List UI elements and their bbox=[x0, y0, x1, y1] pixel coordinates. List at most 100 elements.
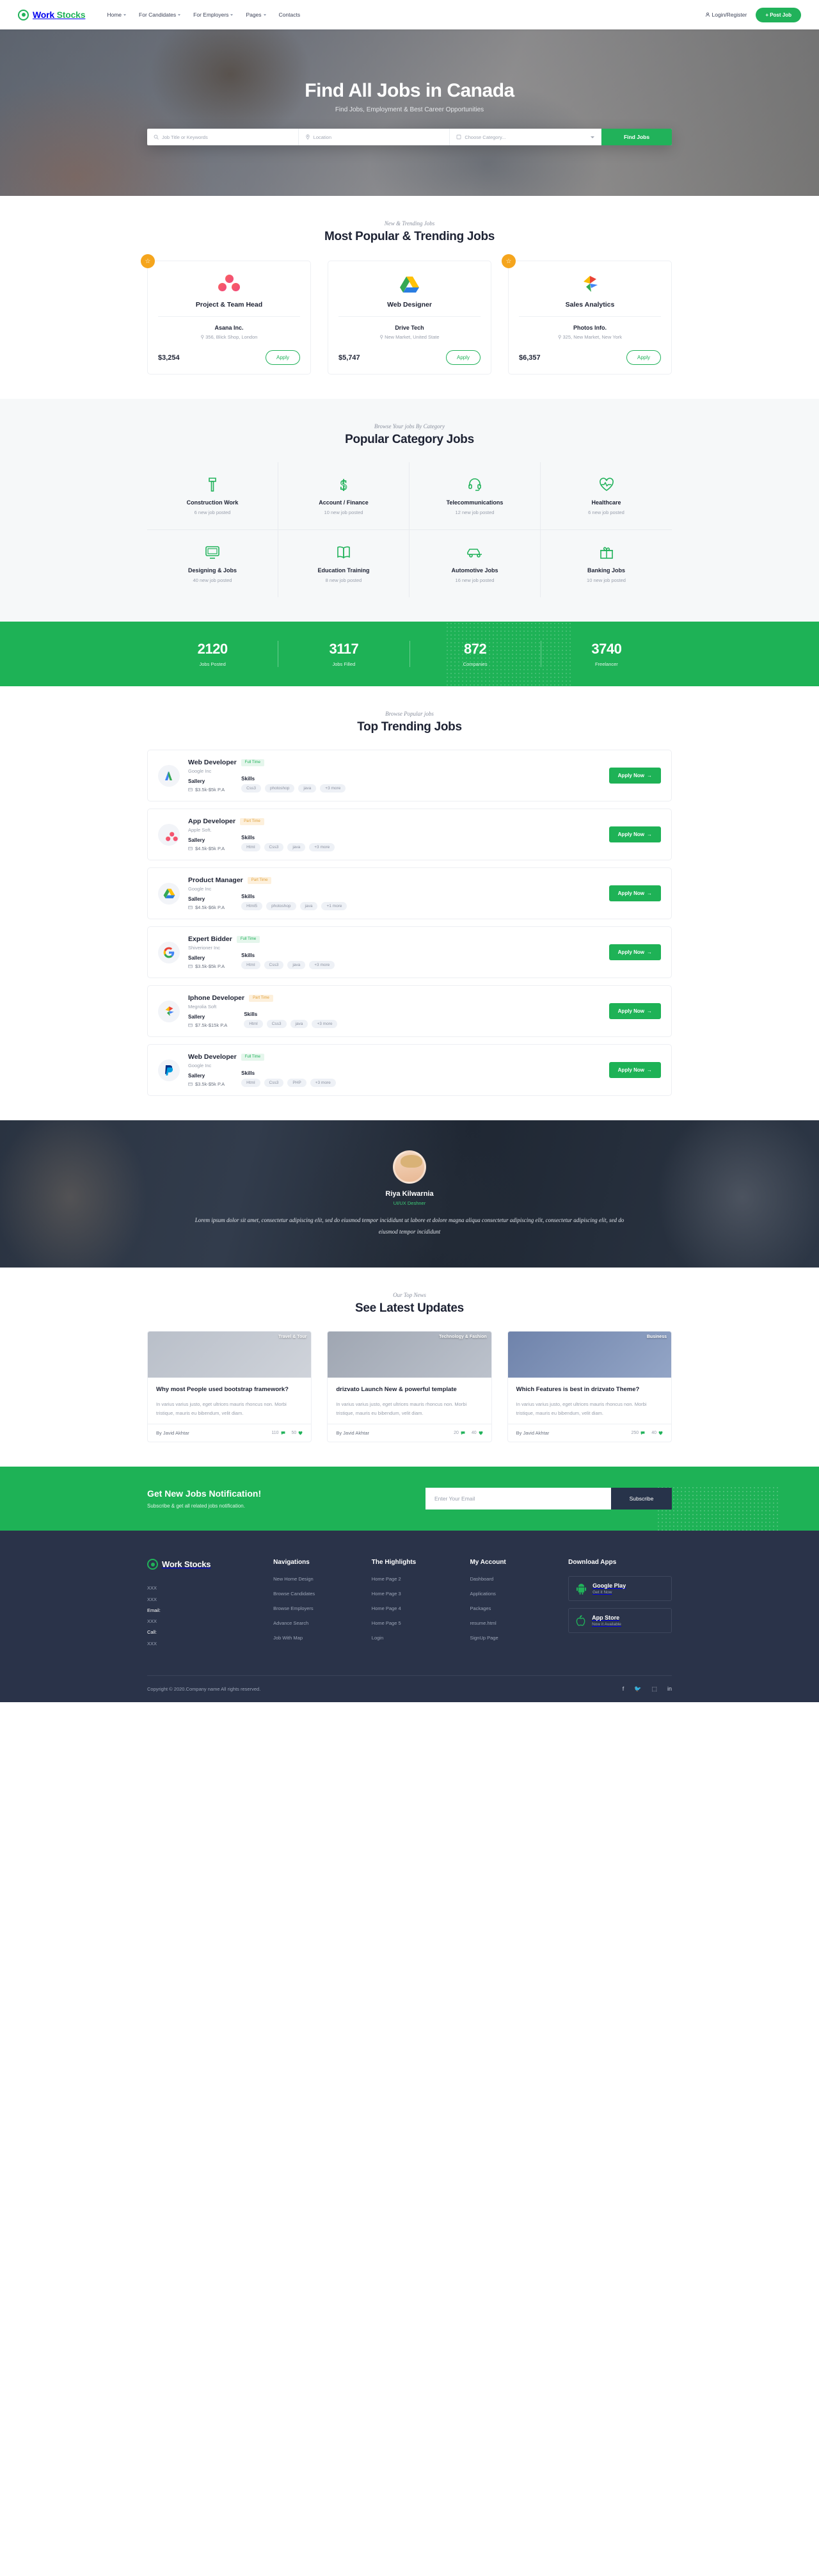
stat-freelancer: 3740 Freelancer bbox=[541, 641, 672, 667]
nav-item-for-candidates[interactable]: For Candidates bbox=[139, 12, 181, 18]
search-icon bbox=[154, 134, 159, 140]
skill-chip: java bbox=[290, 1020, 308, 1028]
subscribe-button[interactable]: Subscribe bbox=[611, 1488, 672, 1510]
footer-link[interactable]: Browse Candidates bbox=[273, 1591, 355, 1597]
footer-link[interactable]: Browse Employers bbox=[273, 1606, 355, 1611]
footer-link[interactable]: resume.html bbox=[470, 1620, 552, 1626]
footer-link[interactable]: Home Page 5 bbox=[372, 1620, 454, 1626]
skills-heading: Skills bbox=[244, 1011, 258, 1017]
footer-link[interactable]: Home Page 3 bbox=[372, 1591, 454, 1597]
trending-job-row[interactable]: Web Developer Full Time Google Inc Salle… bbox=[147, 1044, 672, 1096]
social-links: f 🐦 ⬚ in bbox=[623, 1686, 672, 1693]
footer-link[interactable]: Advance Search bbox=[273, 1620, 355, 1626]
category-item-designing-jobs[interactable]: Designing & Jobs 40 new job posted bbox=[147, 530, 278, 597]
stat-number: 872 bbox=[464, 641, 487, 657]
footer-brand-block: Work Stocks XXX XXX Email: XXX Call: XXX bbox=[147, 1559, 257, 1650]
twitter-icon[interactable]: 🐦 bbox=[634, 1686, 641, 1693]
search-keyword-field[interactable]: Job Title or Keywords bbox=[147, 129, 299, 145]
svg-text:$: $ bbox=[340, 477, 347, 492]
facebook-icon[interactable]: f bbox=[623, 1686, 624, 1693]
linkedin-icon[interactable]: in bbox=[667, 1686, 672, 1693]
footer-link[interactable]: Applications bbox=[470, 1591, 552, 1597]
trending-job-skills-block: Skills Html5 photoshop java +1 more bbox=[241, 894, 347, 910]
skill-chip-more[interactable]: +3 more bbox=[312, 1020, 338, 1028]
popular-job-title: Project & Team Head bbox=[195, 301, 263, 309]
categories-grid: Construction Work 6 new job posted $ Acc… bbox=[147, 462, 672, 597]
stat-label: Jobs Filled bbox=[332, 661, 356, 667]
trending-job-title: Product Manager bbox=[188, 876, 243, 884]
skill-chip-more[interactable]: +1 more bbox=[321, 902, 347, 910]
skill-chip-more[interactable]: +3 more bbox=[309, 961, 335, 969]
footer-link[interactable]: SignUp Page bbox=[470, 1635, 552, 1641]
post-job-button[interactable]: + Post Job bbox=[756, 7, 801, 22]
footer-link[interactable]: Packages bbox=[470, 1606, 552, 1611]
trending-job-row[interactable]: Product Manager Part Time Google Inc Sal… bbox=[147, 867, 672, 919]
footer-link[interactable]: Job With Map bbox=[273, 1635, 355, 1641]
search-category-select[interactable]: Choose Category... bbox=[450, 129, 602, 145]
trending-job-row[interactable]: App Developer Part Time Apple Soft. Sall… bbox=[147, 809, 672, 860]
skill-chip-more[interactable]: +3 more bbox=[320, 784, 346, 793]
blog-post-card[interactable]: Travel & Tour Why most People used boots… bbox=[147, 1331, 312, 1443]
apply-now-button[interactable]: Apply Now → bbox=[608, 885, 661, 901]
apply-now-button[interactable]: Apply Now → bbox=[608, 944, 661, 960]
apply-now-button[interactable]: Apply Now → bbox=[608, 768, 661, 784]
monitor-icon bbox=[151, 544, 274, 561]
category-item-healthcare[interactable]: Healthcare 6 new job posted bbox=[541, 462, 672, 530]
nav-item-home[interactable]: Home bbox=[107, 12, 127, 18]
skill-chip: photoshop bbox=[264, 784, 295, 793]
nav-item-contacts[interactable]: Contacts bbox=[279, 12, 301, 18]
nav-item-for-employers[interactable]: For Employers bbox=[193, 12, 234, 18]
blog-post-card[interactable]: Technology & Fashion drizvato Launch New… bbox=[327, 1331, 492, 1443]
footer-email-label: Email: bbox=[147, 1607, 161, 1613]
skill-chip-more[interactable]: +3 more bbox=[310, 1079, 336, 1087]
category-item-account-finance[interactable]: $ Account / Finance 10 new job posted bbox=[278, 462, 410, 530]
trending-job-row[interactable]: Web Developer Full Time Google Inc Salle… bbox=[147, 750, 672, 801]
category-item-automotive-jobs[interactable]: Automotive Jobs 16 new job posted bbox=[410, 530, 541, 597]
skill-chip-more[interactable]: +3 more bbox=[309, 843, 335, 851]
google-play-button[interactable]: Google Play Get it Now bbox=[568, 1576, 672, 1602]
category-item-telecommunications[interactable]: Telecommunications 12 new job posted bbox=[410, 462, 541, 530]
divider bbox=[158, 316, 300, 317]
trending-job-row[interactable]: Expert Bidder Full Time Shiverioner Inc … bbox=[147, 926, 672, 978]
popular-job-card[interactable]: ☆ Sales Analytics Photos Info. ⚲ 325, Ne… bbox=[502, 254, 672, 374]
blog-post-card[interactable]: Business Which Features is best in drizv… bbox=[507, 1331, 672, 1443]
categories-eyebrow: Browse Your jobs By Category bbox=[374, 423, 445, 430]
email-input[interactable] bbox=[425, 1488, 611, 1510]
card-icon bbox=[188, 787, 193, 792]
footer-link[interactable]: Login bbox=[372, 1635, 454, 1641]
find-jobs-button[interactable]: Find Jobs bbox=[601, 129, 672, 145]
category-item-construction-work[interactable]: Construction Work 6 new job posted bbox=[147, 462, 278, 530]
apply-button[interactable]: Apply bbox=[445, 350, 481, 365]
trending-job-salary-block: Sallery $3.5k-$5k P.A bbox=[188, 955, 225, 969]
footer-logo[interactable]: Work Stocks bbox=[147, 1559, 235, 1570]
category-item-banking-jobs[interactable]: Banking Jobs 10 new job posted bbox=[541, 530, 672, 597]
logo[interactable]: Work Stocks bbox=[18, 9, 86, 20]
trending-job-row[interactable]: Iphone Developer Part Time Megrolia Soft… bbox=[147, 985, 672, 1037]
apply-button[interactable]: Apply bbox=[265, 350, 300, 365]
category-label: Construction Work bbox=[186, 499, 239, 506]
footer-link[interactable]: Home Page 4 bbox=[372, 1606, 454, 1611]
apply-now-button[interactable]: Apply Now → bbox=[608, 1062, 661, 1078]
apply-now-button[interactable]: Apply Now → bbox=[608, 1003, 661, 1019]
google-photos-logo-icon bbox=[158, 1000, 180, 1022]
blog-post-image: Business bbox=[507, 1332, 671, 1378]
popular-job-card[interactable]: Web Designer Drive Tech ⚲ New Market, Un… bbox=[328, 261, 491, 374]
footer-link[interactable]: New Home Design bbox=[273, 1576, 355, 1582]
nav-item-pages[interactable]: Pages bbox=[246, 12, 266, 18]
instagram-icon[interactable]: ⬚ bbox=[651, 1686, 657, 1693]
footer-link[interactable]: Home Page 2 bbox=[372, 1576, 454, 1582]
blog-post-author: By Javid Akhtar bbox=[516, 1430, 550, 1437]
login-register-link[interactable]: Login/Register bbox=[705, 12, 747, 18]
search-location-field[interactable]: Location bbox=[299, 129, 450, 145]
footer-link[interactable]: Dashboard bbox=[470, 1576, 552, 1582]
apply-button[interactable]: Apply bbox=[626, 350, 661, 365]
trending-job-company: Megrolia Soft bbox=[188, 1004, 217, 1010]
testimonial-role: UI/UX Deshner bbox=[393, 1200, 426, 1207]
popular-job-card[interactable]: ☆ Project & Team Head Asana Inc. ⚲ 356, … bbox=[141, 254, 311, 374]
category-item-education-training[interactable]: Education Training 8 new job posted bbox=[278, 530, 410, 597]
comment-count: 110 bbox=[271, 1431, 285, 1435]
apply-now-button[interactable]: Apply Now → bbox=[608, 826, 661, 842]
app-store-button[interactable]: App Store Now it Available bbox=[568, 1608, 672, 1634]
testimonial-quote: Lorem ipsum dolor sit amet, consectetur … bbox=[195, 1217, 624, 1235]
trending-job-skills-block: Skills Html Css3 java +3 more bbox=[244, 1011, 338, 1028]
